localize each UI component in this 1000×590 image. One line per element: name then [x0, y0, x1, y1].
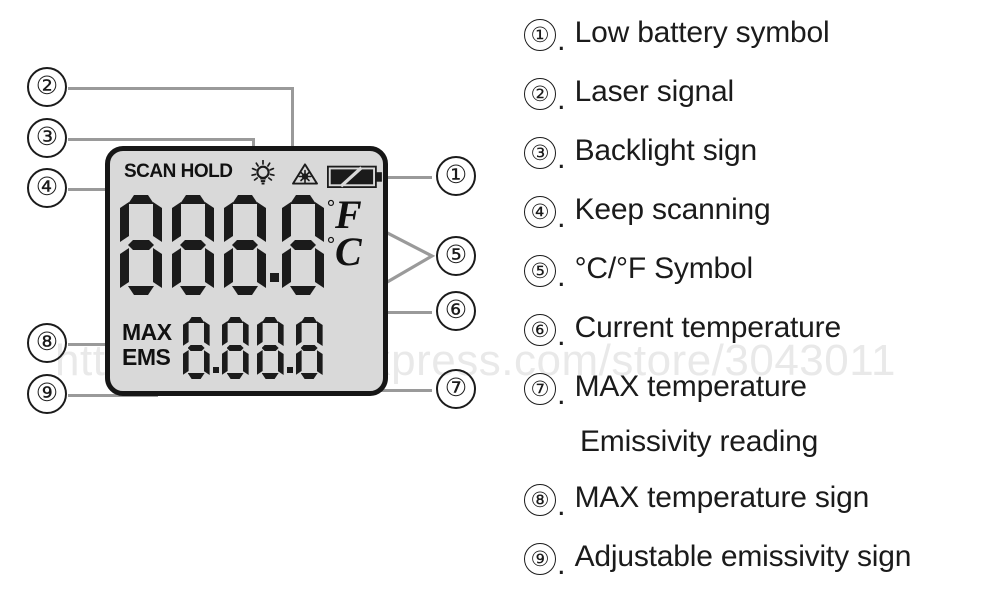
- legend-item-4: ④ . Keep scanning: [524, 189, 1000, 243]
- lightbulb-icon: [250, 159, 276, 191]
- callout-3: ③: [27, 118, 67, 158]
- sub-digit-1: [182, 317, 210, 379]
- celsius-symbol: °C: [327, 228, 362, 274]
- main-digit-3: [224, 195, 266, 295]
- legend-number-9: ⑨: [524, 543, 556, 575]
- legend-item-6: ⑥ . Current temperature: [524, 307, 1000, 361]
- legend-separator-2: .: [557, 81, 566, 116]
- legend-item-3: ③ . Backlight sign: [524, 130, 1000, 184]
- main-digit-2: [172, 195, 214, 295]
- legend-label-1: Low battery symbol: [574, 16, 830, 49]
- legend-item-7-continuation: Emissivity reading: [524, 421, 1000, 473]
- legend-separator-4: .: [557, 199, 566, 234]
- sub-digit-3: [256, 317, 284, 379]
- callout-4: ④: [27, 168, 67, 208]
- sub-decimal-point-1: [212, 367, 219, 373]
- lcd-panel: SCAN HOLD °F °C MAX EMS: [105, 146, 388, 396]
- legend-number-1: ①: [524, 19, 556, 51]
- leader-line-2: [68, 87, 293, 90]
- sub-digit-4: [295, 317, 323, 379]
- legend-number-3: ③: [524, 137, 556, 169]
- leader-line-2-vertical: [291, 87, 294, 155]
- scan-hold-label: SCAN HOLD: [124, 161, 233, 182]
- legend-separator-1: .: [557, 22, 566, 57]
- ems-flag-label: EMS: [122, 343, 171, 370]
- callout-2: ②: [27, 67, 67, 107]
- lcd-diagram: SCAN HOLD °F °C MAX EMS ② ③ ④ ⑧ ⑨ ① ⑤ ⑥ …: [0, 0, 510, 577]
- sub-digit-2: [221, 317, 249, 379]
- secondary-display-row: MAX EMS: [122, 317, 323, 379]
- legend-item-7: ⑦ . MAX temperature: [524, 366, 1000, 420]
- display-flags: MAX EMS: [122, 320, 172, 369]
- legend-item-2: ② . Laser signal: [524, 71, 1000, 125]
- legend-item-8: ⑧ . MAX temperature sign: [524, 477, 1000, 531]
- callout-5: ⑤: [436, 236, 476, 276]
- legend-label-8: MAX temperature sign: [574, 481, 870, 514]
- legend-separator-8: .: [557, 487, 566, 522]
- legend-label-2: Laser signal: [574, 75, 735, 108]
- legend-label-3: Backlight sign: [574, 134, 758, 167]
- main-digit-1: [120, 195, 162, 295]
- legend-separator-9: .: [557, 546, 566, 581]
- legend-number-2: ②: [524, 78, 556, 110]
- lcd-status-bar: SCAN HOLD: [110, 155, 383, 191]
- legend-number-6: ⑥: [524, 314, 556, 346]
- legend-separator-5: .: [557, 258, 566, 293]
- callout-9: ⑨: [27, 374, 67, 414]
- legend-separator-7: .: [557, 376, 566, 411]
- legend-item-1: ① . Low battery symbol: [524, 12, 1000, 66]
- legend-label-7-continuation: Emissivity reading: [580, 425, 819, 458]
- temperature-unit-symbols: °F °C: [327, 195, 362, 274]
- main-temperature-display: °F °C: [120, 195, 362, 295]
- callout-6: ⑥: [436, 291, 476, 331]
- max-flag-label: MAX: [122, 319, 172, 345]
- laser-warning-triangle-icon: [292, 163, 318, 190]
- legend-item-9: ⑨ . Adjustable emissivity sign: [524, 536, 1000, 590]
- main-seven-segment-digits: [120, 195, 324, 295]
- low-battery-icon: [326, 165, 383, 194]
- legend-item-5: ⑤ . °C/°F Symbol: [524, 248, 1000, 302]
- legend-separator-3: .: [557, 140, 566, 175]
- secondary-seven-segment-digits: [182, 317, 323, 379]
- leader-line-3: [68, 138, 254, 141]
- legend-number-8: ⑧: [524, 484, 556, 516]
- legend-list: ① . Low battery symbol ② . Laser signal …: [524, 0, 1000, 579]
- callout-7: ⑦: [436, 369, 476, 409]
- callout-8: ⑧: [27, 323, 67, 363]
- legend-label-9: Adjustable emissivity sign: [574, 540, 912, 573]
- callout-1: ①: [436, 156, 476, 196]
- legend-label-7: MAX temperature: [574, 370, 807, 403]
- legend-label-5: °C/°F Symbol: [574, 252, 753, 285]
- legend-number-4: ④: [524, 196, 556, 228]
- legend-number-7: ⑦: [524, 373, 556, 405]
- sub-decimal-point-2: [286, 367, 293, 373]
- legend-separator-6: .: [557, 317, 566, 352]
- main-decimal-point: [270, 273, 279, 282]
- legend-label-4: Keep scanning: [574, 193, 771, 226]
- legend-label-6: Current temperature: [574, 311, 842, 344]
- legend-number-5: ⑤: [524, 255, 556, 287]
- main-digit-4: [282, 195, 324, 295]
